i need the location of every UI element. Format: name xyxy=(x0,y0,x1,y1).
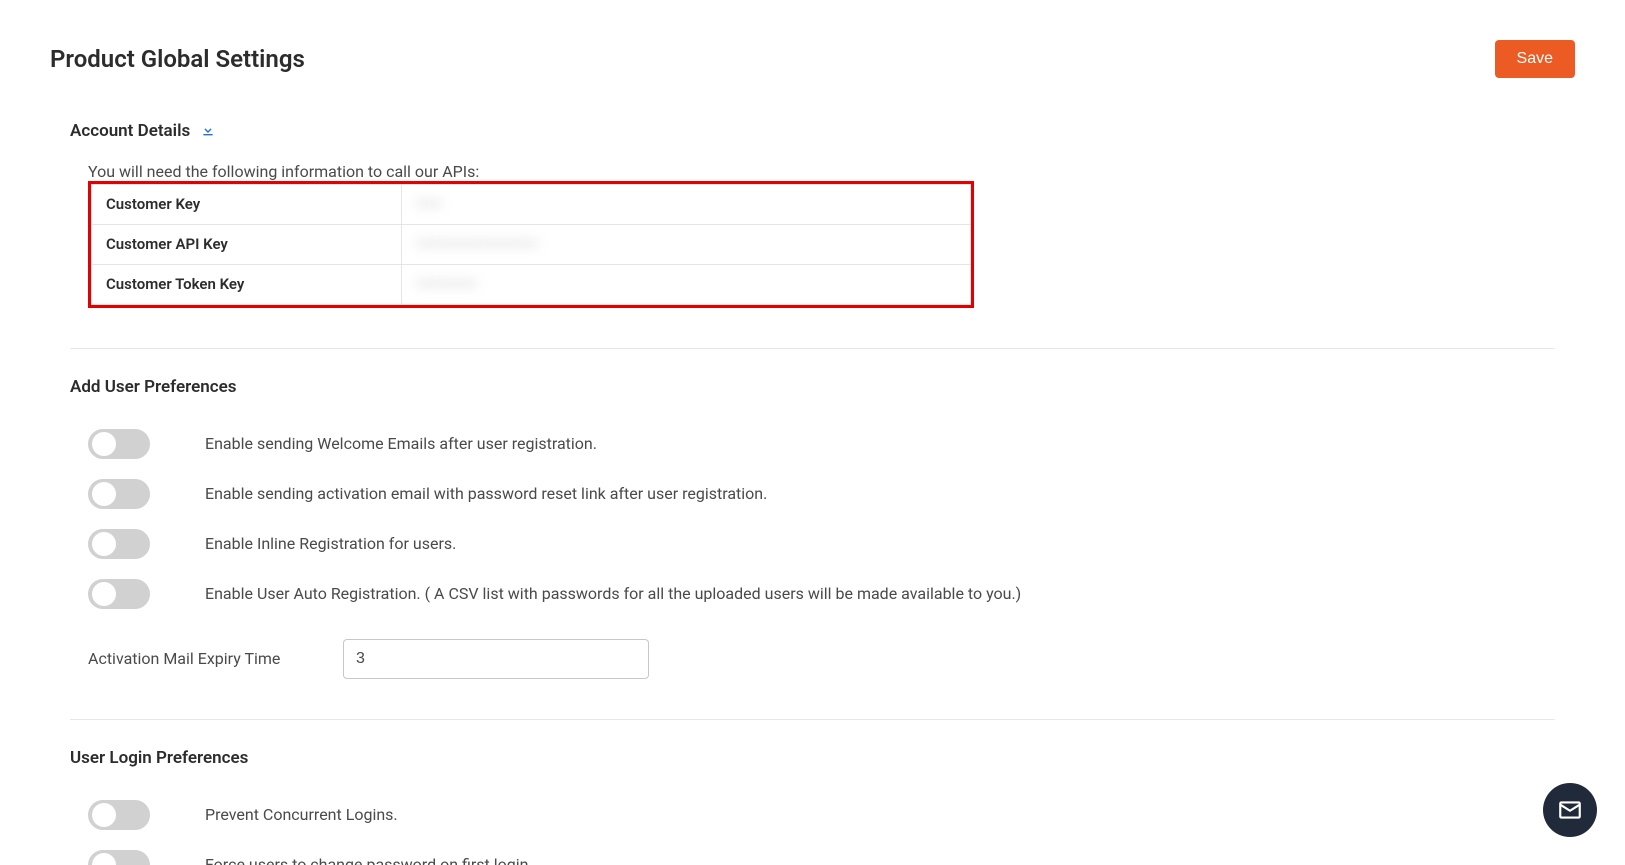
table-row: Customer API Key •••••••••••••••••••••••… xyxy=(92,224,971,264)
table-row: Customer Key ••••• xyxy=(92,184,971,224)
customer-key-label: Customer Key xyxy=(92,184,402,224)
toggle-activation-email[interactable] xyxy=(88,479,150,509)
customer-token-key-value: •••••••••••• xyxy=(402,264,971,304)
customer-token-key-label: Customer Token Key xyxy=(92,264,402,304)
toggle-auto-registration-label: Enable User Auto Registration. ( A CSV l… xyxy=(205,584,1021,603)
api-keys-table: Customer Key ••••• Customer API Key ••••… xyxy=(88,181,974,308)
download-icon[interactable] xyxy=(200,122,216,142)
toggle-prevent-concurrent-label: Prevent Concurrent Logins. xyxy=(205,805,398,824)
toggle-force-password-change-label: Force users to change password on first … xyxy=(205,855,533,865)
user-login-preferences-section: User Login Preferences Prevent Concurren… xyxy=(70,748,1555,865)
activation-expiry-label: Activation Mail Expiry Time xyxy=(88,649,288,668)
activation-expiry-input[interactable] xyxy=(343,639,649,679)
save-button[interactable]: Save xyxy=(1495,40,1575,78)
user-login-preferences-title: User Login Preferences xyxy=(70,748,248,768)
divider xyxy=(70,348,1555,349)
customer-api-key-value: •••••••••••••••••••••••• xyxy=(402,224,971,264)
mail-icon xyxy=(1557,797,1583,823)
account-details-title: Account Details xyxy=(70,121,190,141)
add-user-preferences-section: Add User Preferences Enable sending Welc… xyxy=(70,377,1555,679)
toggle-inline-registration[interactable] xyxy=(88,529,150,559)
account-details-note: You will need the following information … xyxy=(88,162,1555,181)
toggle-activation-email-label: Enable sending activation email with pas… xyxy=(205,484,767,503)
customer-key-value: ••••• xyxy=(402,184,971,224)
toggle-welcome-emails[interactable] xyxy=(88,429,150,459)
toggle-auto-registration[interactable] xyxy=(88,579,150,609)
account-details-section: Account Details You will need the follow… xyxy=(70,121,1555,308)
table-row: Customer Token Key •••••••••••• xyxy=(92,264,971,304)
divider xyxy=(70,719,1555,720)
toggle-prevent-concurrent[interactable] xyxy=(88,800,150,830)
toggle-inline-registration-label: Enable Inline Registration for users. xyxy=(205,534,456,553)
mail-fab-button[interactable] xyxy=(1543,783,1597,837)
add-user-preferences-title: Add User Preferences xyxy=(70,377,236,397)
page-title: Product Global Settings xyxy=(50,45,305,73)
toggle-welcome-emails-label: Enable sending Welcome Emails after user… xyxy=(205,434,597,453)
toggle-force-password-change[interactable] xyxy=(88,850,150,865)
customer-api-key-label: Customer API Key xyxy=(92,224,402,264)
